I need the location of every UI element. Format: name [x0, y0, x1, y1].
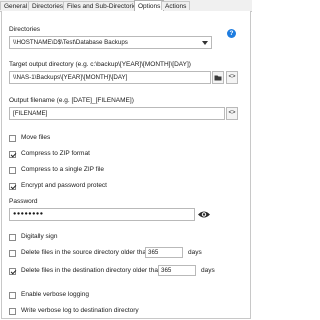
password-label: Password [9, 198, 38, 205]
delete-source-days-input[interactable]: 365 [145, 247, 183, 258]
code-icon: <> [228, 110, 236, 116]
output-filename-label: Output filename (e.g. [DATE]_[FILENAME]) [9, 97, 134, 104]
delete-destination-days-unit: days [201, 267, 215, 274]
code-icon: <> [228, 74, 236, 80]
verbose-logging-checkbox[interactable] [9, 292, 16, 299]
compress-single-zip-checkbox[interactable] [9, 167, 16, 174]
eye-icon [198, 211, 210, 218]
write-verbose-log-checkbox[interactable] [9, 308, 16, 315]
tab-directories[interactable]: Directories [28, 1, 68, 10]
compress-zip-checkbox[interactable] [9, 151, 16, 158]
tab-files-and-sub-directories[interactable]: Files and Sub-Directories [63, 1, 144, 10]
compress-single-zip-label: Compress to a single ZIP file [21, 166, 104, 173]
directories-value: \\HOSTNAME\D$\Test\Database Backups [13, 39, 128, 46]
move-files-checkbox[interactable] [9, 135, 16, 142]
compress-zip-label: Compress to ZIP format [21, 150, 90, 157]
write-verbose-log-label: Write verbose log to destination directo… [21, 307, 139, 314]
verbose-logging-label: Enable verbose logging [21, 291, 89, 298]
password-value: ●●●●●●●● [13, 211, 44, 217]
encrypt-label: Encrypt and password protect [21, 182, 107, 189]
tab-general[interactable]: General [0, 1, 32, 10]
directories-combo[interactable]: \\HOSTNAME\D$\Test\Database Backups [9, 36, 212, 49]
help-icon[interactable]: ? [227, 29, 236, 38]
browse-folder-button[interactable] [212, 71, 224, 84]
directories-label: Directories [9, 26, 41, 33]
password-input[interactable]: ●●●●●●●● [9, 208, 195, 221]
delete-source-days-unit: days [188, 249, 202, 256]
insert-variable-button[interactable]: <> [226, 71, 238, 84]
filename-variable-button[interactable]: <> [226, 107, 238, 120]
digitally-sign-checkbox[interactable] [9, 234, 16, 241]
output-filename-value: [FILENAME] [13, 110, 48, 117]
move-files-label: Move files [21, 134, 51, 141]
target-directory-value: \\NAS-1\Backups\[YEAR]\[MONTH]\[DAY] [13, 74, 128, 81]
target-directory-input[interactable]: \\NAS-1\Backups\[YEAR]\[MONTH]\[DAY] [9, 71, 211, 84]
delete-destination-checkbox[interactable] [9, 268, 16, 275]
tab-actions[interactable]: Actions [161, 1, 191, 10]
encrypt-checkbox[interactable] [9, 183, 16, 190]
target-directory-label: Target output directory (e.g. c:\backup\… [9, 61, 191, 68]
delete-destination-label: Delete files in the destination director… [21, 267, 162, 274]
digitally-sign-label: Digitally sign [21, 233, 58, 240]
output-filename-input[interactable]: [FILENAME] [9, 107, 225, 120]
show-password-button[interactable] [197, 208, 211, 221]
delete-destination-days-input[interactable]: 365 [158, 265, 196, 276]
chevron-down-icon [202, 41, 208, 45]
delete-source-checkbox[interactable] [9, 250, 16, 257]
folder-icon [214, 75, 222, 81]
delete-source-label: Delete files in the source directory old… [21, 249, 150, 256]
